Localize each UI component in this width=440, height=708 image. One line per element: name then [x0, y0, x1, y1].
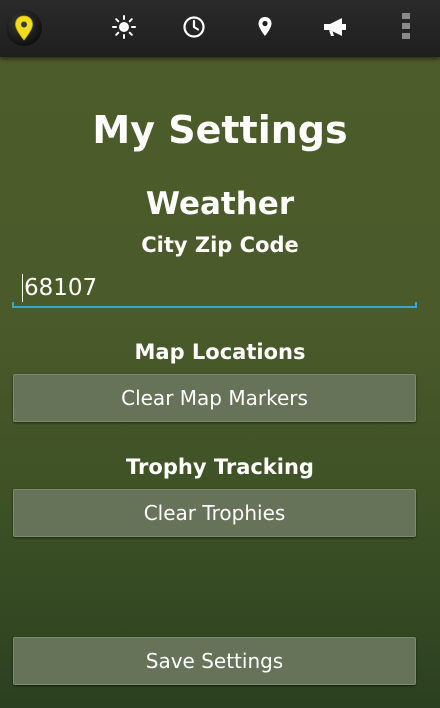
megaphone-icon[interactable]	[321, 13, 349, 41]
map-locations-heading: Map Locations	[134, 340, 306, 364]
input-underline	[12, 302, 417, 308]
page-title: My Settings	[92, 108, 348, 152]
clear-trophies-button[interactable]: Clear Trophies	[13, 489, 416, 537]
text-cursor	[22, 274, 23, 302]
zip-code-value[interactable]: 68107	[24, 271, 97, 305]
action-bar	[0, 0, 440, 57]
weather-heading: Weather	[145, 186, 295, 222]
clear-map-markers-button[interactable]: Clear Map Markers	[13, 374, 416, 422]
clock-icon[interactable]	[180, 13, 208, 41]
zip-code-input[interactable]: 68107	[12, 268, 417, 308]
save-settings-button[interactable]: Save Settings	[13, 637, 416, 685]
trophy-tracking-heading: Trophy Tracking	[126, 455, 314, 479]
weather-sun-icon[interactable]	[110, 13, 138, 41]
location-pin-icon[interactable]	[251, 13, 279, 41]
app-logo-map-pin-icon[interactable]	[6, 10, 42, 46]
zip-code-label: City Zip Code	[141, 233, 299, 257]
overflow-menu-icon[interactable]	[396, 13, 416, 41]
